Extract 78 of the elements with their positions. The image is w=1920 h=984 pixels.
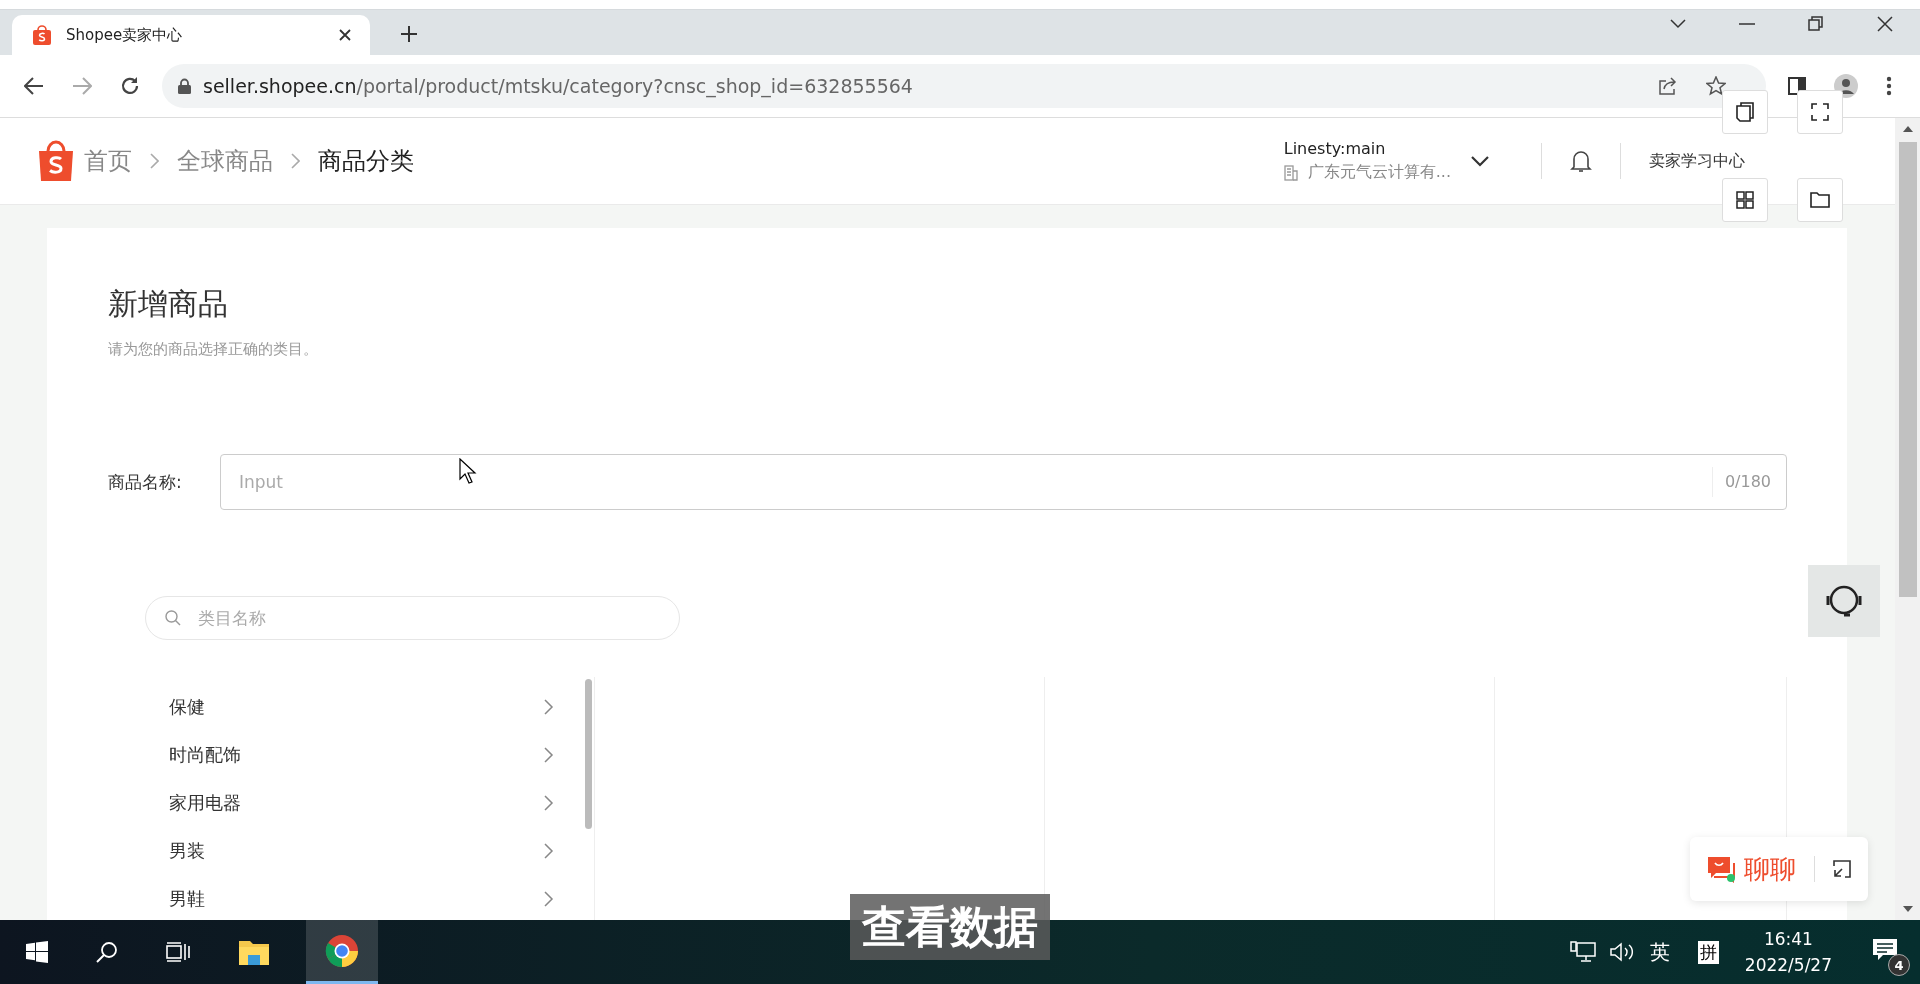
chat-widget[interactable]: 聊聊	[1690, 837, 1868, 901]
clock-date: 2022/5/27	[1744, 955, 1832, 975]
input-language[interactable]: 英	[1649, 938, 1670, 966]
more-icon[interactable]	[1886, 76, 1892, 96]
close-icon[interactable]	[1877, 15, 1893, 32]
category-item[interactable]: 男鞋	[145, 875, 594, 920]
grid-icon	[1736, 191, 1754, 209]
page-subtitle: 请为您的商品选择正确的类目。	[108, 340, 319, 359]
grid-overlay-button[interactable]	[1722, 178, 1768, 222]
bell-icon[interactable]	[1570, 149, 1592, 173]
share-icon[interactable]	[1658, 77, 1678, 95]
chat-icon	[1706, 855, 1736, 883]
chevron-right-icon	[544, 891, 554, 907]
scroll-down-icon[interactable]	[1902, 906, 1913, 912]
close-icon[interactable]	[338, 28, 352, 42]
fullscreen-icon	[1811, 103, 1829, 121]
clock[interactable]: 16:41 2022/5/27	[1744, 929, 1832, 975]
chevron-right-icon	[544, 699, 554, 715]
volume-icon[interactable]	[1609, 941, 1636, 963]
chevron-right-icon	[291, 153, 300, 169]
input-mode[interactable]: 拼	[1697, 940, 1719, 964]
star-icon[interactable]	[1706, 76, 1726, 96]
chrome-taskbar-button[interactable]	[306, 920, 378, 984]
tab-title: Shopee卖家中心	[66, 25, 184, 45]
mouse-pointer-icon	[459, 458, 477, 486]
browser-tab[interactable]: Shopee卖家中心	[12, 15, 370, 55]
chevron-right-icon	[544, 747, 554, 763]
lock-icon	[178, 78, 191, 94]
address-bar[interactable]: seller.shopee.cn/portal/product/mtsku/category?cnsc_shop_id=632855564	[162, 64, 1766, 108]
notification-badge: 4	[1888, 954, 1910, 976]
company-name: 广东元气云计算有...	[1307, 162, 1451, 183]
category-item[interactable]: 男装	[145, 827, 594, 875]
breadcrumb-link[interactable]: 首页	[84, 145, 132, 177]
scrollbar-thumb[interactable]	[585, 679, 592, 829]
building-icon	[1283, 164, 1298, 181]
field-label: 商品名称:	[108, 470, 183, 494]
url-text: seller.shopee.cn/portal/product/mtsku/category?cnsc_shop_id=632855564	[203, 75, 913, 97]
notification-icon[interactable]	[1872, 938, 1898, 962]
shopee-logo-icon[interactable]	[36, 139, 76, 183]
minimize-icon[interactable]	[1739, 22, 1755, 25]
search-icon[interactable]	[96, 941, 118, 963]
learning-center-link[interactable]: 卖家学习中心	[1649, 150, 1745, 172]
folder-overlay-button[interactable]	[1797, 178, 1843, 222]
scroll-up-icon[interactable]	[1902, 126, 1913, 132]
shopping-bag-icon	[32, 24, 52, 46]
folder-icon[interactable]	[238, 938, 270, 966]
page-scrollbar[interactable]	[1895, 118, 1920, 920]
chat-label: 聊聊	[1744, 852, 1796, 886]
back-arrow-icon[interactable]	[24, 77, 44, 95]
folder-icon	[1810, 192, 1830, 208]
support-button[interactable]	[1808, 565, 1880, 637]
search-field[interactable]: 类目名称	[145, 596, 680, 640]
category-item[interactable]: 时尚配饰	[145, 731, 594, 779]
character-counter: 0/180	[1711, 467, 1771, 497]
search-icon	[165, 610, 181, 626]
chevron-right-icon	[544, 795, 554, 811]
windows-logo-icon[interactable]	[26, 941, 48, 963]
chevron-down-icon[interactable]	[1670, 18, 1686, 29]
page-title: 新增商品	[108, 285, 229, 323]
chevron-right-icon	[544, 843, 554, 859]
copy-icon	[1736, 102, 1754, 122]
reload-icon[interactable]	[120, 76, 140, 96]
breadcrumb-link[interactable]: 全球商品	[177, 145, 273, 177]
new-tab-icon[interactable]	[400, 25, 418, 43]
copy-overlay-button[interactable]	[1722, 90, 1768, 134]
expand-icon[interactable]	[1833, 860, 1851, 878]
category-item[interactable]: 保健	[145, 683, 594, 731]
video-caption: 查看数据	[850, 894, 1050, 960]
chevron-down-icon[interactable]	[1471, 155, 1489, 167]
task-view-icon[interactable]	[166, 942, 190, 962]
fullscreen-overlay-button[interactable]	[1797, 90, 1843, 134]
category-item[interactable]: 家用电器	[145, 779, 594, 827]
account-name: Linesty:main	[1283, 139, 1387, 158]
chevron-right-icon	[150, 153, 159, 169]
restore-icon[interactable]	[1808, 15, 1824, 32]
chrome-logo-icon	[325, 933, 359, 968]
clock-time: 16:41	[1763, 929, 1813, 949]
network-icon[interactable]	[1569, 941, 1596, 963]
